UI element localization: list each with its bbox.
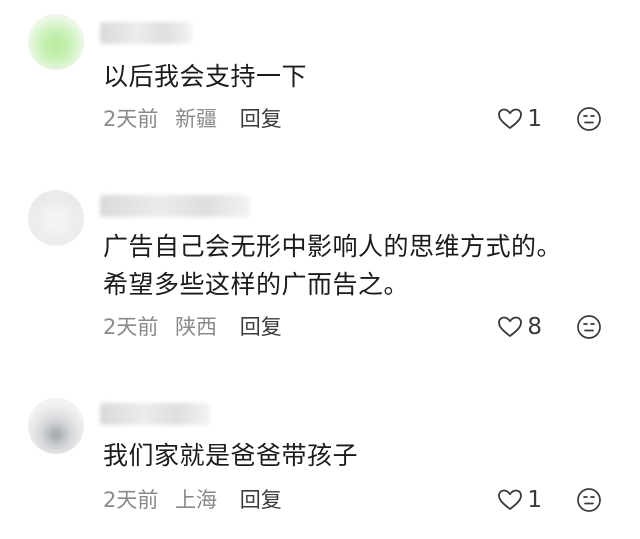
avatar[interactable] — [28, 14, 84, 70]
neutral-face-icon[interactable] — [576, 106, 602, 132]
like-count: 8 — [527, 314, 542, 340]
comment-meta: 2天前 新疆 回复 — [103, 104, 292, 134]
comment-location: 陕西 — [175, 315, 218, 339]
neutral-face-icon[interactable] — [576, 487, 602, 513]
reply-button[interactable]: 回复 — [240, 107, 282, 131]
avatar[interactable] — [28, 398, 84, 454]
like-count: 1 — [527, 487, 542, 513]
heart-outline-icon — [498, 108, 523, 129]
comment-time: 2天前 — [103, 107, 159, 131]
heart-outline-icon — [498, 489, 523, 510]
comment-text: 广告自己会无形中影响人的思维方式的。 希望多些这样的广而告之。 — [103, 232, 563, 299]
comment-time: 2天前 — [103, 315, 159, 339]
reply-button[interactable]: 回复 — [240, 488, 282, 512]
avatar-image — [28, 14, 84, 70]
like-button[interactable]: 1 — [497, 485, 542, 515]
comment-meta: 2天前 陕西 回复 — [103, 312, 292, 342]
like-count: 1 — [527, 106, 542, 132]
reply-button[interactable]: 回复 — [240, 315, 282, 339]
like-button[interactable]: 1 — [497, 104, 542, 134]
comment-text: 以后我会支持一下 — [103, 62, 308, 91]
avatar-image — [28, 398, 84, 454]
comment-location: 上海 — [175, 488, 218, 512]
comment-meta: 2天前 上海 回复 — [103, 485, 292, 515]
avatar-image — [28, 190, 84, 246]
username-blurred[interactable] — [100, 22, 192, 44]
username-blurred[interactable] — [100, 403, 210, 425]
comment-location: 新疆 — [175, 107, 218, 131]
avatar[interactable] — [28, 190, 84, 246]
like-button[interactable]: 8 — [497, 312, 542, 342]
heart-outline-icon — [498, 316, 523, 337]
comment-time: 2天前 — [103, 488, 159, 512]
username-blurred[interactable] — [100, 195, 250, 217]
comment-text: 我们家就是爸爸带孩子 — [103, 441, 359, 470]
neutral-face-icon[interactable] — [576, 314, 602, 340]
